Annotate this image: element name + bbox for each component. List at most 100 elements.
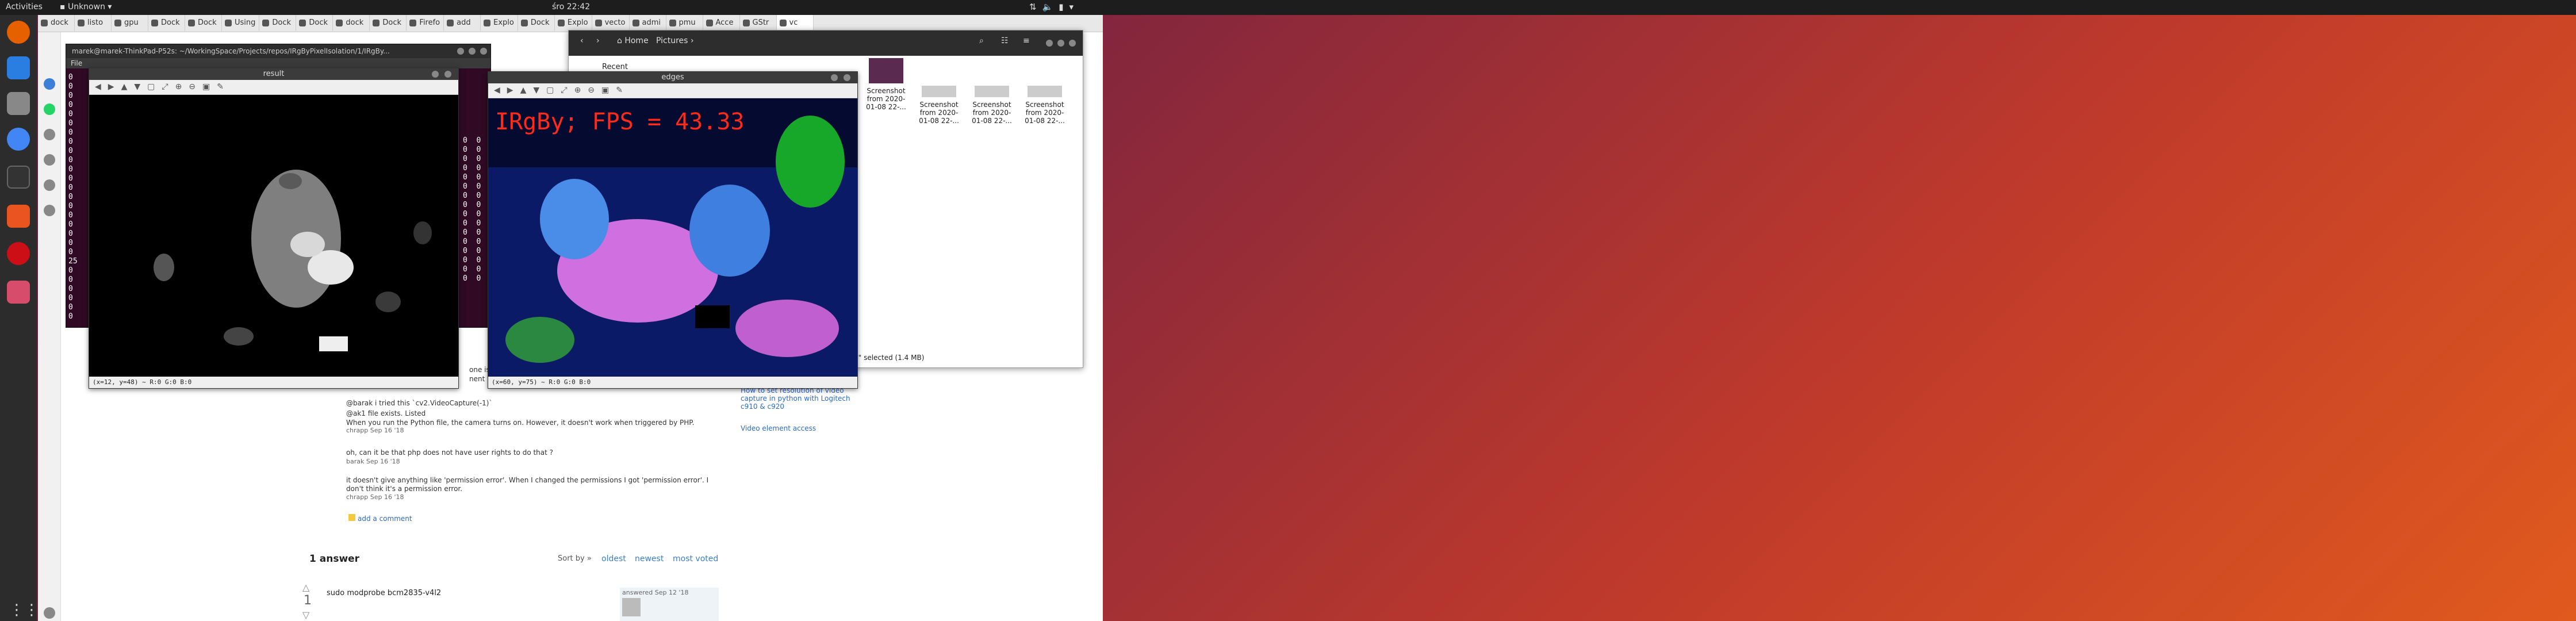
maximize-icon[interactable] <box>1057 40 1064 47</box>
zoom-100-icon[interactable]: ⤢ <box>561 86 567 95</box>
more-icon[interactable] <box>44 607 55 619</box>
pan-right-icon[interactable]: ▶ <box>507 86 513 95</box>
result-image[interactable] <box>89 95 458 377</box>
tab[interactable]: Acce <box>703 15 740 31</box>
sort-newest[interactable]: newest <box>635 554 664 564</box>
file-thumbnail[interactable]: Screenshot from 2020- 01-08 22-... <box>1022 85 1068 125</box>
sidebar-recent[interactable]: Recent <box>602 63 628 71</box>
close-icon[interactable] <box>1069 40 1076 47</box>
sort-oldest[interactable]: oldest <box>601 554 626 564</box>
back-button[interactable]: ‹ <box>580 36 584 45</box>
bookmark-icon[interactable] <box>44 205 55 216</box>
chrome-icon[interactable] <box>7 128 30 151</box>
terminal-menu[interactable]: File <box>66 58 490 68</box>
tab[interactable]: Firefo <box>407 15 444 31</box>
pan-right-icon[interactable]: ▶ <box>108 82 114 92</box>
comment-meta[interactable]: chrapp Sep 16 '18 <box>346 493 404 501</box>
file-thumbnail[interactable]: Screenshot from 2020- 01-08 22-... <box>863 57 909 111</box>
minimize-icon[interactable] <box>831 74 838 81</box>
pan-left-icon[interactable]: ◀ <box>95 82 101 92</box>
files-icon[interactable] <box>7 92 30 115</box>
zoom-out-icon[interactable]: ⊖ <box>189 82 195 92</box>
tab[interactable]: dock <box>38 15 75 31</box>
home-breadcrumb[interactable]: ⌂ Home <box>617 36 649 45</box>
messenger-icon[interactable] <box>44 78 55 90</box>
properties-icon[interactable]: ✎ <box>217 82 224 92</box>
related-link[interactable]: capture in python with Logitech <box>741 394 850 402</box>
vote-down-icon[interactable]: ▽ <box>302 610 309 620</box>
zoom-in-icon[interactable]: ⊕ <box>175 82 182 92</box>
history-icon[interactable] <box>44 179 55 191</box>
forward-button[interactable]: › <box>596 36 600 45</box>
close-icon[interactable] <box>444 71 451 78</box>
search-icon[interactable] <box>44 129 55 140</box>
software-icon[interactable] <box>7 205 30 228</box>
related-link[interactable]: Video element access <box>741 424 816 432</box>
send-icon[interactable] <box>44 154 55 166</box>
close-icon[interactable] <box>480 48 487 55</box>
related-link[interactable]: c910 & c920 <box>741 402 784 411</box>
search-icon[interactable]: ⌕ <box>979 36 984 45</box>
pan-up-icon[interactable]: ▲ <box>121 82 128 92</box>
sort-most-voted[interactable]: most voted <box>673 554 718 564</box>
thunderbird-icon[interactable] <box>7 56 30 79</box>
save-icon[interactable]: ▣ <box>202 82 210 92</box>
view-toggle-icon[interactable]: ☷ <box>1001 36 1009 45</box>
activities-button[interactable]: Activities <box>6 2 43 12</box>
close-icon[interactable] <box>844 74 850 81</box>
comment-meta[interactable]: chrapp Sep 16 '18 <box>346 427 404 434</box>
edges-image[interactable] <box>488 98 857 377</box>
save-icon[interactable]: ▣ <box>601 86 609 95</box>
window-app-icon[interactable] <box>7 281 30 304</box>
tab[interactable]: admi <box>630 15 666 31</box>
vote-up-icon[interactable]: △ <box>302 582 309 593</box>
tab[interactable]: Dock <box>148 15 185 31</box>
tab[interactable]: Explo <box>555 15 592 31</box>
terminal-icon[interactable] <box>7 166 30 189</box>
pictures-breadcrumb[interactable]: Pictures <box>656 36 688 45</box>
comment-meta[interactable]: barak Sep 16 '18 <box>346 458 400 465</box>
tab[interactable]: Dock <box>259 15 297 31</box>
tab[interactable]: dock <box>333 15 370 31</box>
zoom-100-icon[interactable]: ⤢ <box>162 82 168 92</box>
whatsapp-icon[interactable] <box>44 103 55 115</box>
app-menu[interactable]: ▪ Unknown ▾ <box>60 2 112 12</box>
minimize-icon[interactable] <box>432 71 439 78</box>
tab[interactable]: pmu <box>666 15 703 31</box>
pan-down-icon[interactable]: ▼ <box>533 86 539 95</box>
zoom-fit-icon[interactable]: ▢ <box>147 82 155 92</box>
chevron-right-icon[interactable]: › <box>691 36 694 45</box>
tab[interactable]: Dock <box>296 15 334 31</box>
tab[interactable]: Dock <box>370 15 407 31</box>
firefox-icon[interactable] <box>7 21 30 44</box>
add-comment-link[interactable]: add a comment <box>348 514 412 523</box>
minimize-icon[interactable] <box>457 48 464 55</box>
zoom-fit-icon[interactable]: ▢ <box>546 86 554 95</box>
tab[interactable]: GStr <box>740 15 777 31</box>
tab[interactable]: Dock <box>518 15 555 31</box>
pan-down-icon[interactable]: ▼ <box>134 82 140 92</box>
maximize-icon[interactable] <box>469 48 476 55</box>
tab[interactable]: Dock <box>185 15 222 31</box>
minimize-icon[interactable] <box>1046 40 1053 47</box>
clock[interactable]: śro 22:42 <box>552 2 590 12</box>
pan-left-icon[interactable]: ◀ <box>494 86 500 95</box>
menu-icon[interactable]: ≡ <box>1023 36 1030 45</box>
tab[interactable]: vecto <box>592 15 630 31</box>
zoom-in-icon[interactable]: ⊕ <box>574 86 581 95</box>
opera-icon[interactable] <box>7 242 30 265</box>
show-applications-icon[interactable]: ⋮⋮ <box>9 601 39 620</box>
tab[interactable]: listo <box>75 15 112 31</box>
tab[interactable]: Using <box>222 15 260 31</box>
file-thumbnail[interactable]: Screenshot from 2020- 01-08 22-... <box>969 85 1015 125</box>
avatar[interactable] <box>622 598 641 616</box>
zoom-out-icon[interactable]: ⊖ <box>588 86 595 95</box>
tab[interactable]: gpu <box>112 15 148 31</box>
tab[interactable]: add <box>444 15 481 31</box>
tab[interactable]: Explo <box>481 15 518 31</box>
system-tray[interactable]: ⇅ 🔈 ▮ ▾ <box>1029 2 1074 12</box>
properties-icon[interactable]: ✎ <box>616 86 623 95</box>
file-thumbnail[interactable]: Screenshot from 2020- 01-08 22-... <box>916 85 962 125</box>
pan-up-icon[interactable]: ▲ <box>520 86 527 95</box>
tab-active[interactable]: vc <box>776 15 814 31</box>
